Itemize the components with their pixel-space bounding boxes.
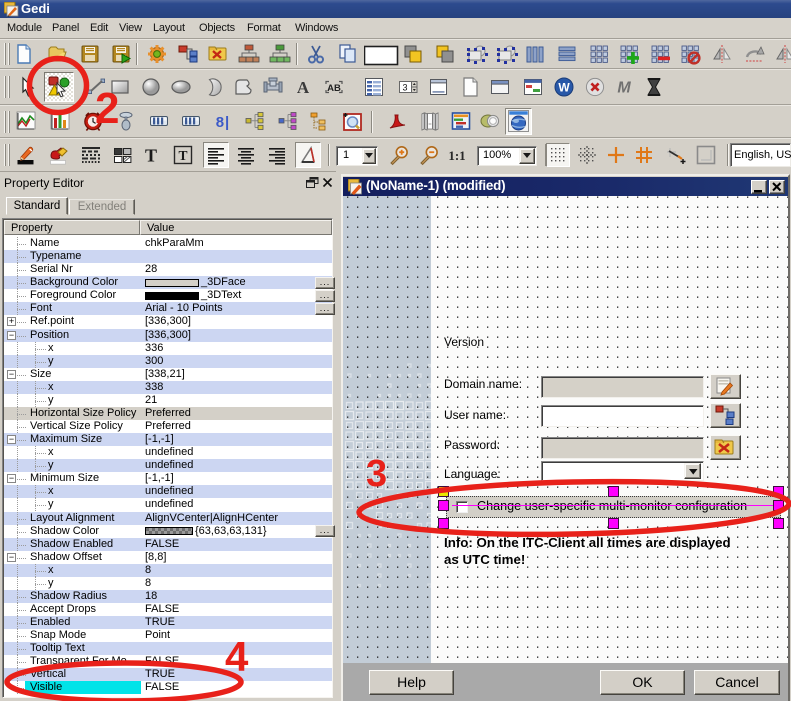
svg-text:A: A: [297, 78, 310, 97]
svg-text:3: 3: [402, 83, 407, 93]
svg-text:M: M: [617, 80, 631, 97]
svg-text:8|: 8|: [216, 114, 231, 131]
svg-text:T: T: [178, 148, 187, 163]
svg-text:1:1: 1:1: [448, 148, 465, 163]
svg-text:AB: AB: [327, 83, 341, 94]
svg-text:W: W: [558, 81, 570, 95]
svg-text:T: T: [145, 146, 157, 166]
